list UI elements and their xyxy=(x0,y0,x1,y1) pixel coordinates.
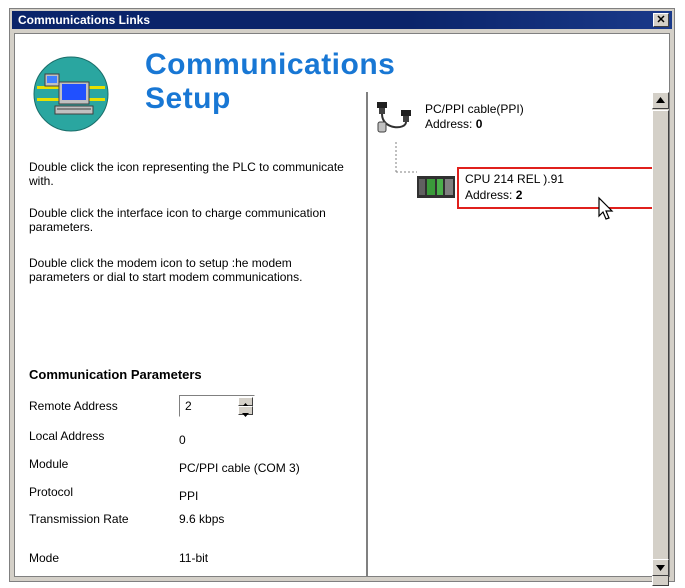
computer-network-icon xyxy=(33,56,109,132)
cable-node-name[interactable]: PC/PPI cable(PPI) xyxy=(425,102,524,117)
cable-node-address: Address: 0 xyxy=(425,117,482,132)
window-title: Communications Links xyxy=(18,13,151,27)
remote-address-label: Remote Address xyxy=(29,399,118,413)
mouse-cursor-icon xyxy=(598,196,614,220)
vertical-scrollbar[interactable] xyxy=(652,92,669,586)
scroll-up-button[interactable] xyxy=(652,92,669,109)
scroll-thumb[interactable] xyxy=(652,110,669,586)
mode-value: 11-bit xyxy=(179,551,209,565)
instruction-plc: Double click the icon representing the P… xyxy=(29,160,344,188)
remote-address-value[interactable]: 2 xyxy=(185,399,192,413)
module-value: PC/PPI cable (COM 3) xyxy=(179,461,300,475)
instruction-modem: Double click the modem icon to setup :he… xyxy=(29,256,303,284)
protocol-value: PPI xyxy=(179,489,199,503)
chevron-down-icon xyxy=(242,413,249,417)
instruction-interface: Double click the interface icon to charg… xyxy=(29,206,326,234)
spin-up-button[interactable] xyxy=(238,397,253,407)
transmission-rate-label: Transmission Rate xyxy=(29,512,129,526)
remote-address-stepper[interactable]: 2 xyxy=(179,395,255,417)
arrow-down-icon xyxy=(656,565,665,571)
transmission-rate-value: 9.6 kbps xyxy=(179,512,225,526)
arrow-up-icon xyxy=(656,97,665,103)
tree-connector-line xyxy=(395,142,417,173)
params-title: Communication Parameters xyxy=(29,367,202,382)
close-button[interactable]: ✕ xyxy=(653,13,669,27)
cable-address-value: 0 xyxy=(475,117,483,131)
spin-down-button[interactable] xyxy=(238,406,253,417)
cable-connector-icon[interactable] xyxy=(373,100,419,136)
local-address-label: Local Address xyxy=(29,429,105,443)
module-label: Module xyxy=(29,457,69,471)
plc-module-icon[interactable] xyxy=(417,176,455,198)
cpu-node-selection[interactable] xyxy=(457,167,655,209)
client-area: Communications Setup Double click the ic… xyxy=(14,33,670,586)
page-title: Communications Setup xyxy=(145,48,396,115)
cable-address-label: Address: xyxy=(425,117,473,131)
local-address-value: 0 xyxy=(179,433,186,447)
communications-links-window: Communications Links ✕ Communications Se… xyxy=(9,8,675,586)
scroll-down-button[interactable] xyxy=(652,559,669,576)
device-tree: PC/PPI cable(PPI) Address: 0 CPU 214 REL… xyxy=(369,92,655,576)
mode-label: Mode xyxy=(29,551,60,565)
left-pane: Communications Setup Double click the ic… xyxy=(15,34,395,576)
protocol-label: Protocol xyxy=(29,485,74,499)
title-bar[interactable]: Communications Links ✕ xyxy=(12,11,672,29)
